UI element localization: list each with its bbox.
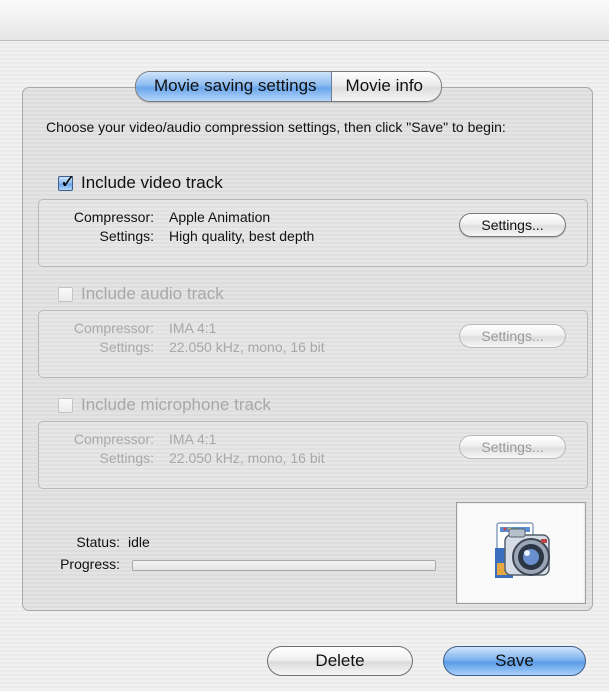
audio-compressor-label: Compressor: [73,320,154,336]
include-video-label: Include video track [81,173,223,192]
include-microphone-checkbox[interactable] [58,397,73,413]
audio-settings-value: 22.050 kHz, mono, 16 bit [169,339,325,355]
preview-image-well [456,502,586,604]
audio-settings-group: Compressor: IMA 4:1 Settings: 22.050 kHz… [38,310,588,378]
progress-bar [132,560,436,571]
checkmark-icon: ✓ [60,171,76,193]
window-titlebar [0,0,609,41]
video-settings-value: High quality, best depth [169,228,315,244]
delete-button[interactable]: Delete [267,646,413,676]
video-settings-label: Settings: [99,228,154,244]
tab-bar: Movie saving settings Movie info [135,71,443,102]
video-settings-group: Compressor: Apple Animation Settings: Hi… [38,199,588,267]
microphone-settings-label: Settings: [99,450,154,466]
tab-movie-info[interactable]: Movie info [331,72,442,101]
microphone-compressor-value: IMA 4:1 [169,431,217,447]
camera-icon [495,522,550,578]
microphone-settings-value: 22.050 kHz, mono, 16 bit [169,450,325,466]
microphone-settings-button[interactable]: Settings... [459,435,566,459]
tab-movie-saving-settings[interactable]: Movie saving settings [136,72,332,101]
instructions-text: Choose your video/audio compression sett… [46,119,506,135]
include-audio-label: Include audio track [81,284,224,303]
audio-settings-label: Settings: [99,339,154,355]
audio-settings-button[interactable]: Settings... [459,324,566,348]
status-value: idle [128,534,150,550]
video-compressor-value: Apple Animation [169,209,271,225]
video-settings-button[interactable]: Settings... [459,213,566,237]
include-video-checkbox-row[interactable]: ✓ Include video track [58,172,223,193]
save-button[interactable]: Save [443,646,586,676]
microphone-compressor-label: Compressor: [73,431,154,447]
include-audio-checkbox[interactable] [58,286,73,302]
include-audio-checkbox-row[interactable]: Include audio track [58,284,224,304]
include-video-checkbox[interactable]: ✓ [58,172,76,193]
video-compressor-label: Compressor: [73,209,154,225]
progress-label: Progress: [60,556,120,572]
include-microphone-label: Include microphone track [81,395,271,414]
status-label: Status: [76,534,120,550]
include-microphone-checkbox-row[interactable]: Include microphone track [58,395,271,415]
audio-compressor-value: IMA 4:1 [169,320,217,336]
microphone-settings-group: Compressor: IMA 4:1 Settings: 22.050 kHz… [38,421,588,489]
